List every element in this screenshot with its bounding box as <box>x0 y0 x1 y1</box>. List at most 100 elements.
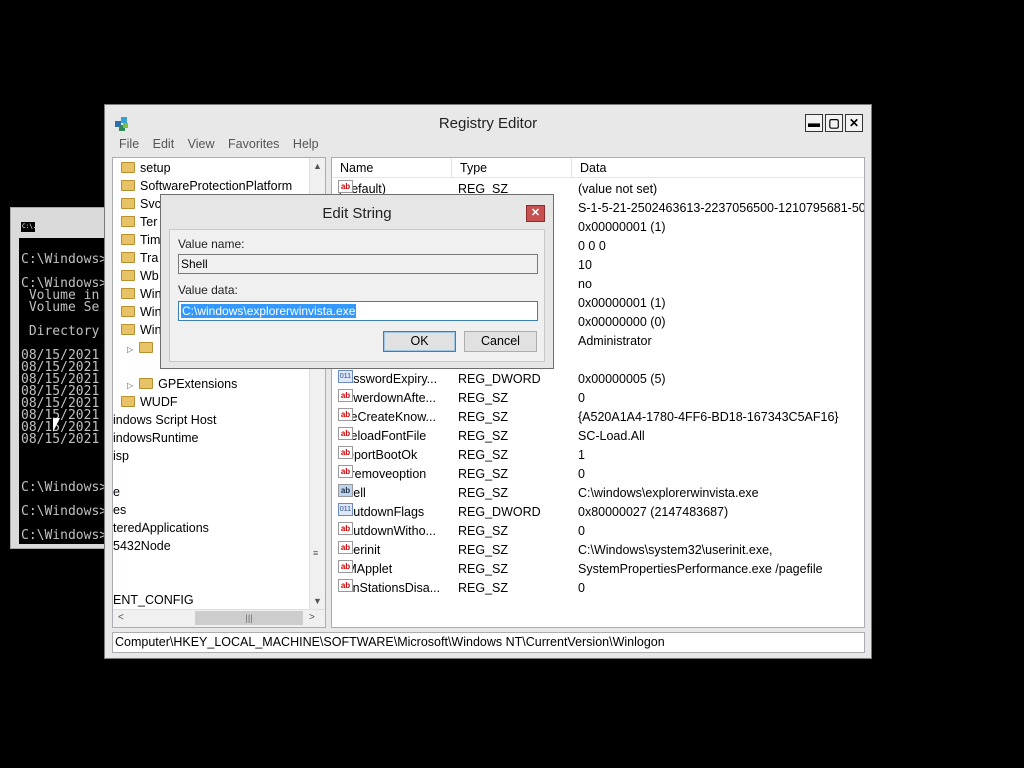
table-row[interactable]: ab Userinit REG_SZ C:\Windows\system32\user… <box>332 541 864 560</box>
tree-item[interactable]: Ter <box>121 213 157 231</box>
tree-item[interactable]: ENT_CONFIG <box>113 591 194 609</box>
value-data: 0x00000005 (5) <box>578 372 666 386</box>
column-name[interactable]: Name <box>332 158 452 178</box>
scroll-thumb-icon[interactable]: ≡ <box>313 548 318 558</box>
menu-view[interactable]: View <box>188 137 215 151</box>
table-row[interactable]: ab VMApplet REG_SZ SystemPropertiesPerforma… <box>332 560 864 579</box>
folder-icon <box>121 396 135 407</box>
edit-string-dialog[interactable]: Edit String ✕ Value name: Shell Value da… <box>160 194 554 369</box>
tree-item[interactable]: es <box>113 501 126 519</box>
folder-icon <box>121 180 135 191</box>
folder-icon <box>121 234 135 245</box>
tree-item[interactable]: e <box>113 483 120 501</box>
tree-item[interactable]: SoftwareProtectionPlatform <box>121 177 292 195</box>
folder-icon <box>139 378 154 389</box>
value-data-label: Value data: <box>178 283 238 297</box>
value-name: 011 PasswordExpiry... <box>338 370 438 386</box>
table-row[interactable]: 011 ShutdownFlags REG_DWORD 0x80000027 (214… <box>332 503 864 522</box>
binary-value-icon: 011 <box>338 370 353 383</box>
string-value-icon: ab <box>338 180 353 193</box>
table-row[interactable]: ab ShutdownWitho... REG_SZ 0 <box>332 522 864 541</box>
expand-icon[interactable]: ▷ <box>127 381 133 390</box>
value-data: C:\windows\explorerwinvista.exe <box>578 486 759 500</box>
table-row[interactable]: ab WinStationsDisa... REG_SZ 0 <box>332 579 864 598</box>
tree-item[interactable]: isp <box>113 447 129 465</box>
tree-item[interactable]: 5432Node <box>113 537 171 555</box>
column-data[interactable]: Data <box>572 158 864 178</box>
tree-item[interactable]: Tim <box>121 231 160 249</box>
folder-icon <box>121 216 135 227</box>
table-row[interactable]: abShell REG_SZ C:\windows\explorerwinvista… <box>332 484 864 503</box>
menu-bar: File Edit View Favorites Help <box>109 137 319 155</box>
scroll-up-icon[interactable]: ▲ <box>313 161 322 171</box>
table-row[interactable]: ab ReportBootOk REG_SZ 1 <box>332 446 864 465</box>
scroll-left-icon[interactable]: < <box>118 612 124 623</box>
string-value-icon: ab <box>338 446 353 459</box>
value-data: 0 <box>578 467 585 481</box>
folder-icon <box>121 198 135 209</box>
value-name: ab ShutdownWitho... <box>338 522 436 538</box>
tree-item[interactable]: Tra <box>121 249 158 267</box>
folder-icon <box>121 324 135 335</box>
value-type: REG_SZ <box>458 581 509 595</box>
tree-item[interactable]: setup <box>121 159 171 177</box>
console-icon: C:\. <box>20 221 36 233</box>
tree-item[interactable]: WUDF <box>121 393 178 411</box>
table-row[interactable]: 011 PasswordExpiry... REG_DWORD 0x00000005 … <box>332 370 864 389</box>
close-button[interactable]: ✕ <box>845 114 863 132</box>
tree-item[interactable]: ▷ GPExtensions <box>127 375 237 393</box>
value-data-input[interactable]: C:\windows\explorerwinvista.exe <box>178 301 538 321</box>
console-window[interactable]: C:\. C:\Windows> C:\Windows> Volume in V… <box>10 207 111 549</box>
tree-item[interactable]: teredApplications <box>113 519 209 537</box>
table-row[interactable]: ab PowerdownAfte... REG_SZ 0 <box>332 389 864 408</box>
value-data: 0x00000001 (1) <box>578 296 666 310</box>
string-value-icon: ab <box>338 484 353 497</box>
tree-item[interactable]: Win <box>121 303 162 321</box>
console-line: Volume Se <box>21 300 100 315</box>
registry-editor-window[interactable]: Registry Editor ▬ ▢ ✕ File Edit View Fav… <box>104 104 872 659</box>
tree-item[interactable]: Win <box>121 321 162 339</box>
maximize-button[interactable]: ▢ <box>825 114 843 132</box>
table-row[interactable]: ab PreloadFontFile REG_SZ SC-Load.All <box>332 427 864 446</box>
tree-item[interactable]: indows Script Host <box>113 411 217 429</box>
menu-favorites[interactable]: Favorites <box>228 137 279 151</box>
tree-item[interactable]: Svc <box>121 195 161 213</box>
tree-item[interactable]: Win <box>121 285 162 303</box>
table-row[interactable]: ab scremoveoption REG_SZ 0 <box>332 465 864 484</box>
folder-icon <box>139 342 154 353</box>
table-row[interactable]: ab PreCreateKnow... REG_SZ {A520A1A4-1780-4… <box>332 408 864 427</box>
value-data: 0x00000000 (0) <box>578 315 666 329</box>
mouse-cursor-icon <box>53 418 60 432</box>
value-type: REG_SZ <box>458 448 509 462</box>
string-value-icon: ab <box>338 465 353 478</box>
value-type: REG_SZ <box>458 524 509 538</box>
ok-button[interactable]: OK <box>383 331 456 352</box>
tree-item[interactable]: ▷ <box>127 339 158 357</box>
value-data: (value not set) <box>578 182 658 196</box>
dialog-body: Value name: Shell Value data: C:\windows… <box>169 229 545 362</box>
column-type[interactable]: Type <box>452 158 572 178</box>
value-data: no <box>578 277 592 291</box>
value-data: 0x00000001 (1) <box>578 220 666 234</box>
dialog-close-button[interactable]: ✕ <box>526 205 545 222</box>
value-name: abShell <box>338 484 366 503</box>
menu-file[interactable]: File <box>119 137 139 151</box>
scroll-thumb[interactable]: ||| <box>195 611 303 625</box>
value-type: REG_DWORD <box>458 372 541 386</box>
console-line: 08/15/2021 <box>21 432 100 447</box>
tree-item[interactable]: indowsRuntime <box>113 429 198 447</box>
value-data: 0 <box>578 524 585 538</box>
menu-edit[interactable]: Edit <box>153 137 175 151</box>
string-value-icon: ab <box>338 427 353 440</box>
tree-item[interactable]: Wb <box>121 267 159 285</box>
menu-help[interactable]: Help <box>293 137 319 151</box>
cancel-button[interactable]: Cancel <box>464 331 537 352</box>
minimize-button[interactable]: ▬ <box>805 114 823 132</box>
tree-horizontal-scrollbar[interactable]: < ||| > <box>113 609 325 627</box>
value-name: ab scremoveoption <box>338 465 427 481</box>
scroll-down-icon[interactable]: ▼ <box>313 596 322 606</box>
expand-icon[interactable]: ▷ <box>127 345 133 354</box>
scroll-right-icon[interactable]: > <box>309 612 315 623</box>
console-line: C:\Windows> <box>21 252 108 267</box>
console-output: C:\Windows> C:\Windows> Volume in Volume… <box>19 238 111 544</box>
